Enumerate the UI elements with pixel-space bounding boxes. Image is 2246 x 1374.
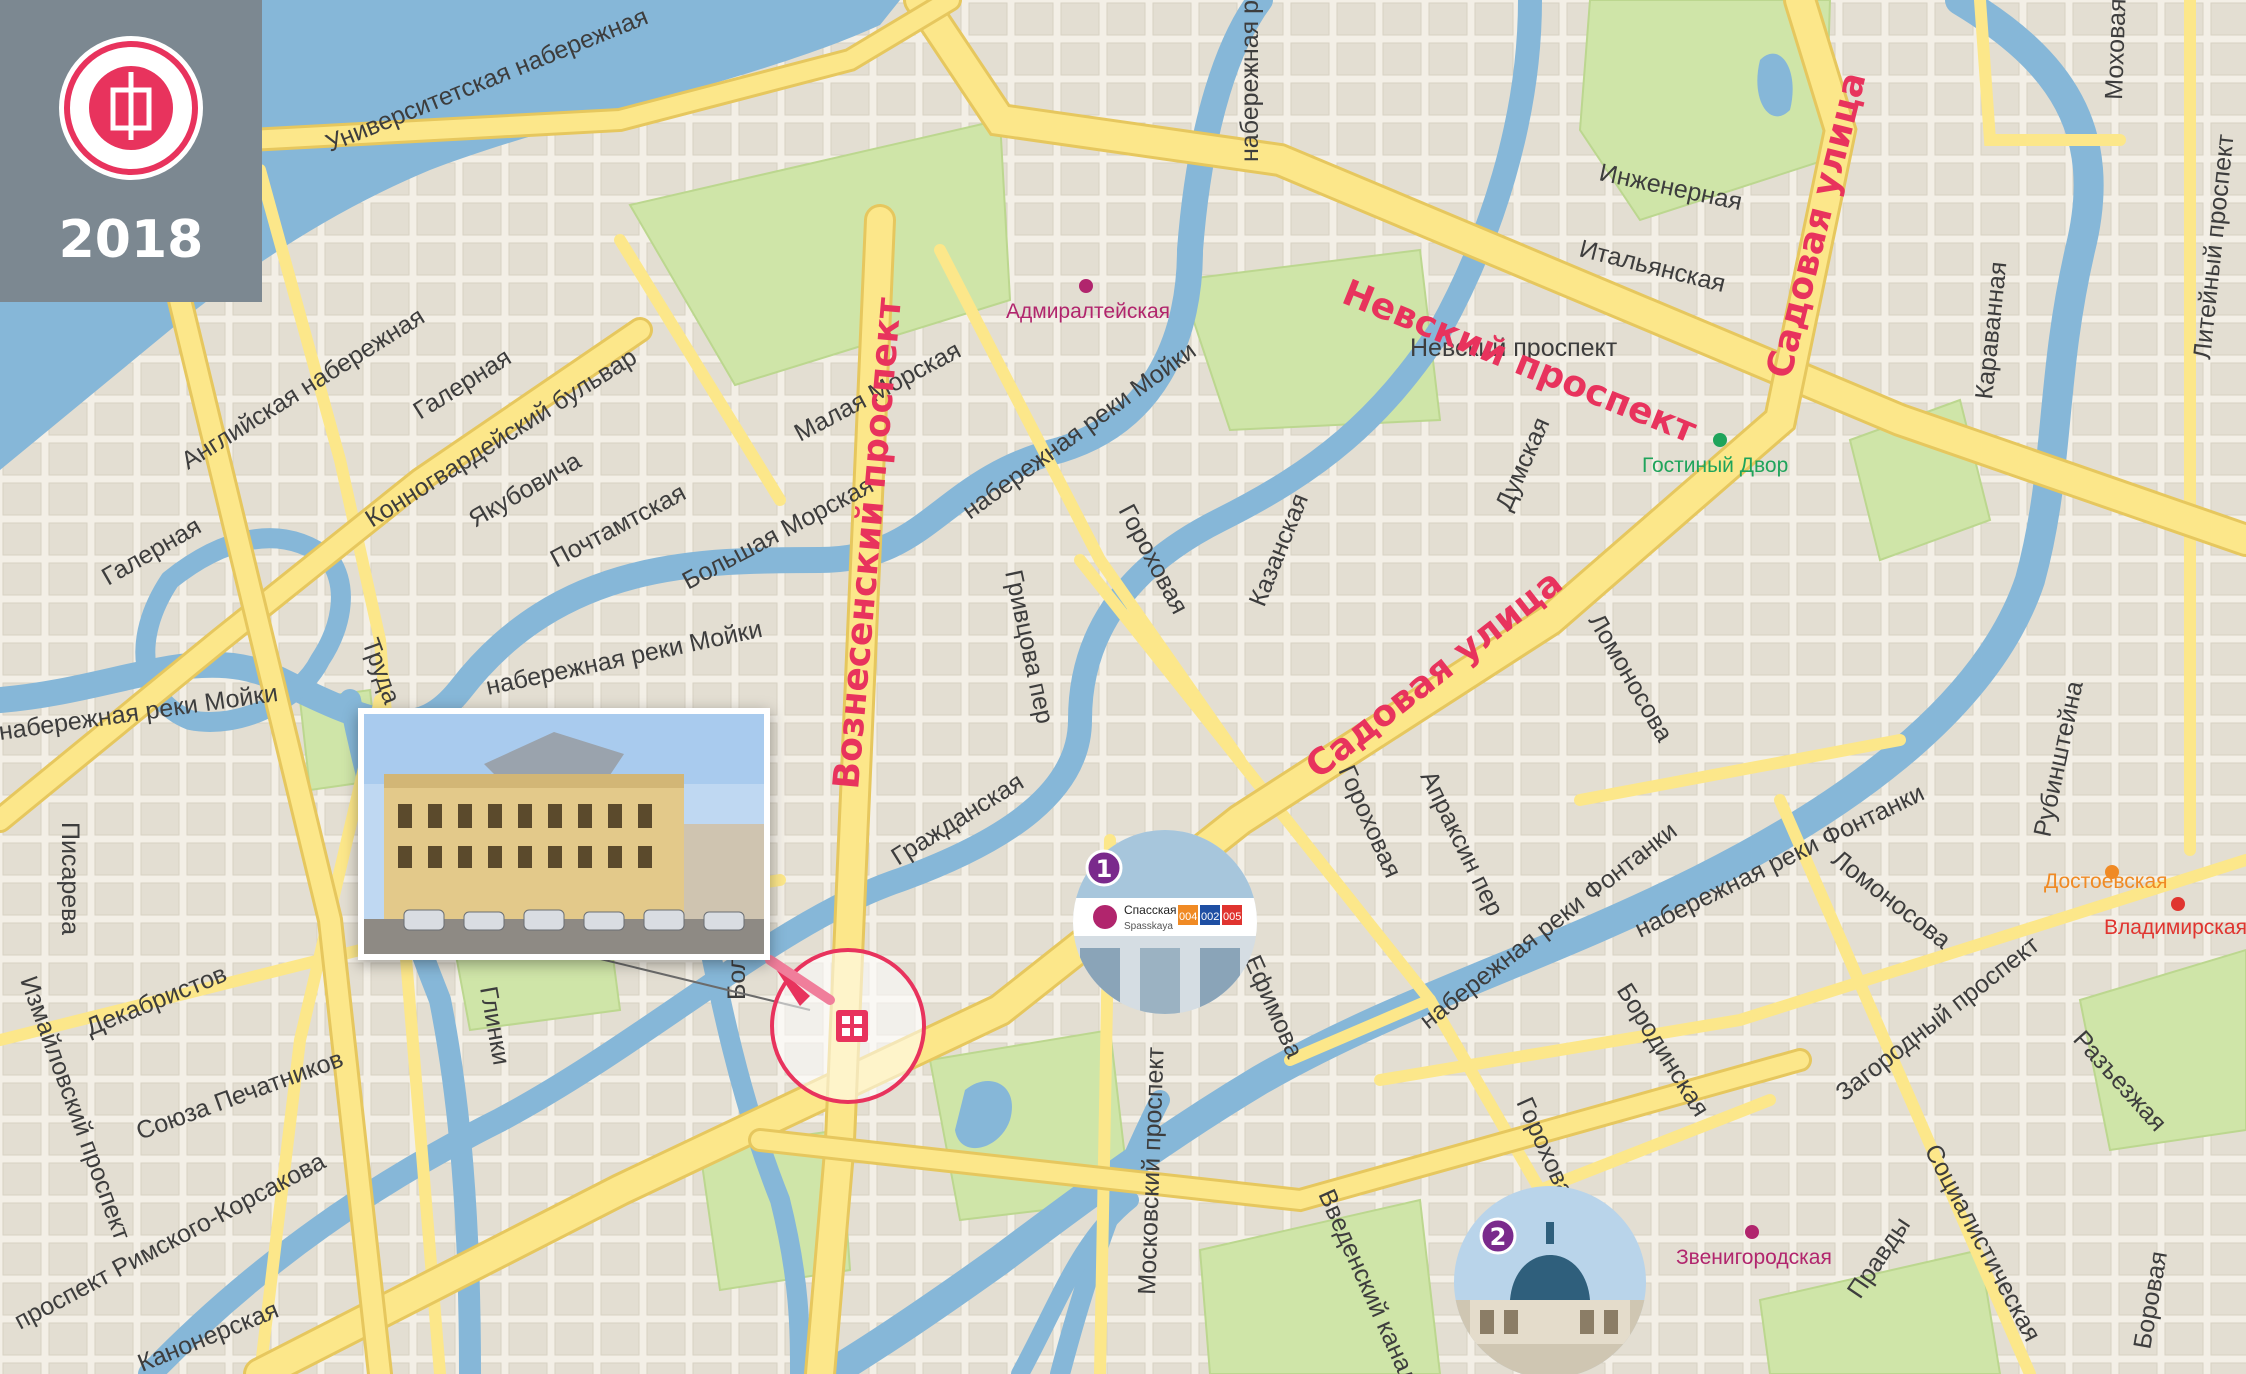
svg-text:набережная реки Мойки: набережная реки Мойки bbox=[1236, 0, 1264, 162]
svg-text:Моховая: Моховая bbox=[2100, 0, 2132, 100]
svg-text:Писарева: Писарева bbox=[56, 822, 84, 935]
svg-text:004: 004 bbox=[1179, 911, 1197, 923]
city-map[interactable]: Университетская набережная Английская на… bbox=[0, 0, 2246, 1374]
svg-text:Звенигородская: Звенигородская bbox=[1676, 1246, 1832, 1269]
svg-text:005: 005 bbox=[1223, 911, 1241, 923]
logo-badge: 2018 bbox=[0, 0, 262, 302]
badge-year: 2018 bbox=[58, 210, 204, 270]
svg-text:Гостиный Двор: Гостиный Двор bbox=[1642, 454, 1788, 477]
building-icon bbox=[836, 1010, 868, 1042]
marker-2-station-photo[interactable] bbox=[1454, 1186, 1646, 1374]
svg-text:Spasskaya: Spasskaya bbox=[1124, 921, 1173, 932]
marker-1-number: 1 bbox=[1096, 855, 1113, 883]
foundation-seal-logo bbox=[59, 36, 203, 180]
svg-text:Достоевская: Достоевская bbox=[2044, 870, 2168, 893]
marker-2-number: 2 bbox=[1490, 1223, 1507, 1251]
building-photo[interactable] bbox=[358, 708, 770, 960]
svg-text:Владимирская: Владимирская bbox=[2104, 916, 2246, 939]
svg-text:Спасская: Спасская bbox=[1124, 903, 1177, 917]
svg-text:Адмиралтейская: Адмиралтейская bbox=[1006, 300, 1170, 323]
svg-text:002: 002 bbox=[1201, 911, 1219, 923]
